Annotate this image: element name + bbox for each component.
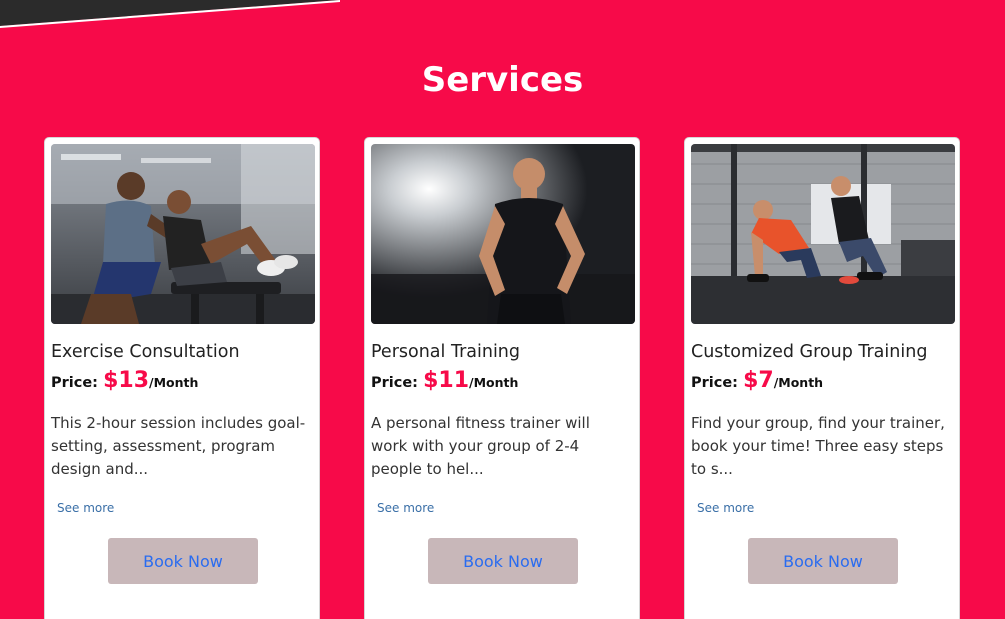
price-row: Price: $11/Month <box>371 368 518 393</box>
price-label: Price: <box>371 375 418 391</box>
service-description: A personal fitness trainer will work wit… <box>371 414 590 478</box>
services-page: Services Exercise Consultation Price: $1… <box>0 0 1005 619</box>
service-description: Find your group, find your trainer, book… <box>691 414 945 478</box>
book-now-button[interactable]: Book Now <box>108 538 258 584</box>
see-more-link[interactable]: See more <box>377 501 434 515</box>
service-image-personal-trainer <box>371 144 635 324</box>
service-image-trainer-sit-ups <box>51 144 315 324</box>
price-period: /Month <box>773 375 824 390</box>
service-card-personal-training: Personal Training Price: $11/Month A per… <box>364 137 640 619</box>
price-row: Price: $13/Month <box>51 368 198 393</box>
service-title: Personal Training <box>371 342 521 362</box>
section-title: Services <box>421 60 584 100</box>
service-description: This 2-hour session includes goal-settin… <box>51 414 306 478</box>
service-image-group-training <box>691 144 955 324</box>
see-more-link[interactable]: See more <box>57 501 114 515</box>
price-label: Price: <box>691 375 738 391</box>
price-period: /Month <box>149 375 199 390</box>
service-card-exercise-consultation: Exercise Consultation Price: $13/Month T… <box>44 137 320 619</box>
service-card-customized-group-training: Customized Group Training Price: $7/Mont… <box>684 137 960 619</box>
price-amount: $7 <box>743 368 774 393</box>
see-more-link[interactable]: See more <box>697 501 754 515</box>
header-dark-band <box>0 0 340 28</box>
price-amount: $11 <box>423 368 470 393</box>
book-now-button[interactable]: Book Now <box>428 538 578 584</box>
price-label: Price: <box>51 375 98 391</box>
book-now-button[interactable]: Book Now <box>748 538 898 584</box>
price-period: /Month <box>469 375 519 390</box>
price-amount: $13 <box>103 368 150 393</box>
service-title: Exercise Consultation <box>51 342 240 362</box>
price-row: Price: $7/Month <box>691 368 823 393</box>
service-title: Customized Group Training <box>691 342 928 362</box>
